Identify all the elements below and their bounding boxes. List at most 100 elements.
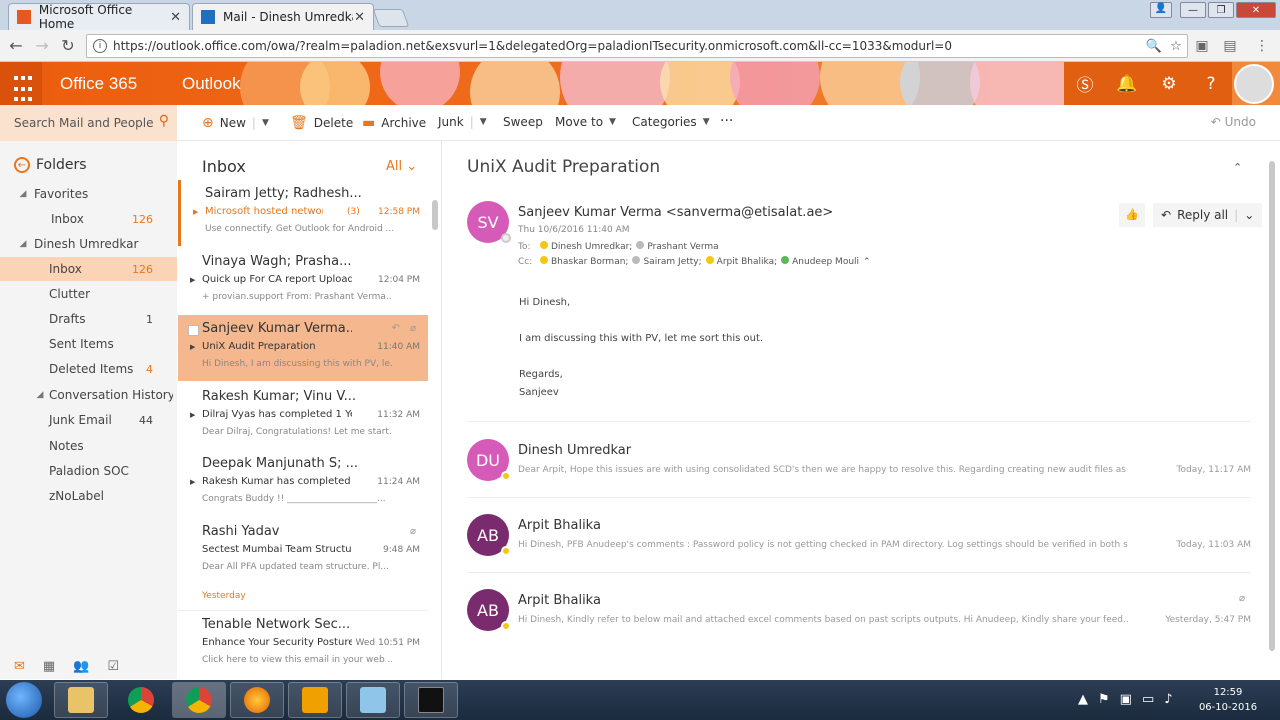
sidebar-item-znolabel[interactable]: zNoLabel [0, 484, 177, 508]
reload-icon[interactable]: ↻ [58, 36, 78, 55]
taskbar-chrome-active[interactable] [172, 682, 226, 718]
select-checkbox[interactable] [188, 325, 199, 336]
taskbar-firefox[interactable] [230, 682, 284, 718]
recipient[interactable]: Prashant Verma [636, 241, 719, 252]
filter-dropdown[interactable]: All ⌄ [386, 159, 417, 174]
scrollbar-thumb[interactable] [1269, 161, 1275, 651]
expand-thread-icon[interactable]: ▶ [190, 411, 195, 419]
skype-icon[interactable]: Ⓢ [1064, 62, 1106, 105]
search-icon[interactable]: ⚲ [159, 113, 169, 129]
sidebar-item-sent-items[interactable]: Sent Items [0, 332, 177, 356]
conversation-preview[interactable]: Dear Arpit, Hope this issues are with us… [518, 465, 1128, 475]
collapse-recipients-icon[interactable]: ⌃ [863, 257, 871, 267]
recipient[interactable]: Dinesh Umredkar; [540, 241, 632, 252]
calendar-icon[interactable]: ▦ [43, 659, 55, 674]
extension-icon[interactable]: ▣ [1194, 38, 1210, 54]
show-hidden-icon[interactable]: ▲ [1078, 692, 1088, 707]
conversation-preview[interactable]: Hi Dinesh, PFB Anudeep's comments : Pass… [518, 540, 1128, 550]
url-input[interactable]: i https://outlook.office.com/owa/?realm=… [86, 34, 1188, 58]
taskbar-chrome[interactable] [114, 682, 168, 718]
clock[interactable]: 12:59 06-10-2016 [1196, 685, 1260, 715]
start-button[interactable] [6, 682, 42, 718]
avatar[interactable]: SV [467, 201, 511, 243]
taskbar-app[interactable] [346, 682, 400, 718]
conversation-sender[interactable]: Arpit Bhalika [518, 593, 601, 608]
zoom-icon[interactable]: 🔍 [1143, 39, 1165, 54]
list-item[interactable]: Sairam Jetty; Radhesh... ▶ Microsoft hos… [178, 180, 428, 246]
reply-all-button[interactable]: ↶ Reply all | ⌄ [1153, 203, 1263, 227]
delete-button[interactable]: 🗑 Delete [290, 115, 353, 131]
chevron-down-icon[interactable]: ⌄ [1244, 208, 1254, 222]
list-item[interactable]: Deepak Manjunath S; ... ▶ Rakesh Kumar h… [178, 450, 428, 516]
recipient[interactable]: Sairam Jetty; [632, 256, 702, 267]
recipient[interactable]: Arpit Bhalika; [705, 256, 777, 267]
avatar[interactable] [1234, 64, 1274, 104]
list-item[interactable]: Rakesh Kumar; Vinu V... ▶ Dilraj Vyas ha… [178, 383, 428, 449]
sidebar-item-deleted-items[interactable]: Deleted Items 4 [0, 357, 177, 381]
extension-icon[interactable]: ▤ [1222, 38, 1238, 54]
profile-icon[interactable]: 👤 [1150, 2, 1172, 18]
taskbar-app[interactable] [288, 682, 342, 718]
reading-pane-scrollbar[interactable] [1269, 161, 1275, 671]
expand-thread-icon[interactable]: ▶ [193, 208, 198, 216]
tasks-icon[interactable]: ☑ [107, 659, 119, 674]
sidebar-item-clutter[interactable]: Clutter [0, 282, 177, 306]
expand-thread-icon[interactable]: ▶ [190, 343, 195, 351]
taskbar-explorer[interactable] [54, 682, 108, 718]
mail-icon[interactable]: ✉ [14, 659, 25, 674]
list-item[interactable]: Sanjeev Kumar Verma... ↶ ⌀ ▶ UniX Audit … [178, 315, 428, 381]
info-icon[interactable]: i [93, 39, 107, 53]
device-icon[interactable]: ▣ [1120, 692, 1132, 707]
conversation-sender[interactable]: Dinesh Umredkar [518, 443, 631, 458]
folders-header[interactable]: ← Folders [14, 157, 87, 173]
bell-icon[interactable]: 🔔 [1106, 62, 1148, 105]
list-item[interactable]: Tenable Network Sec... Enhance Your Secu… [178, 610, 428, 676]
tab-mail[interactable]: Mail - Dinesh Umredkar ✕ [192, 3, 374, 30]
avatar[interactable]: DU [467, 439, 511, 481]
volume-icon[interactable]: ♪ [1164, 692, 1172, 707]
move-to-button[interactable]: Move to ▼ [555, 115, 616, 129]
like-icon[interactable]: 👍 [1119, 203, 1145, 227]
sweep-button[interactable]: Sweep [503, 115, 543, 129]
undo-button[interactable]: ↶ Undo [1211, 115, 1256, 129]
avatar[interactable]: AB [467, 514, 511, 556]
people-icon[interactable]: 👥 [73, 659, 89, 674]
more-actions-button[interactable]: ··· [720, 113, 733, 129]
chevron-down-icon[interactable]: ▼ [262, 118, 269, 128]
network-icon[interactable]: ▭ [1142, 692, 1154, 707]
taskbar-cmd[interactable] [404, 682, 458, 718]
message-list-scrollbar[interactable] [432, 188, 438, 678]
brand-title[interactable]: Office 365 [60, 74, 137, 94]
tab-office-home[interactable]: Microsoft Office Home ✕ [8, 3, 190, 31]
close-tab-icon[interactable]: ✕ [170, 10, 181, 25]
menu-icon[interactable]: ⋮ [1254, 38, 1270, 54]
back-icon[interactable]: ← [6, 36, 26, 55]
recipient[interactable]: Anudeep Mouli [781, 256, 859, 267]
conversation-sender[interactable]: Arpit Bhalika [518, 518, 601, 533]
recipient[interactable]: Bhaskar Borman; [540, 256, 628, 267]
flag-icon[interactable]: ⚑ [1098, 692, 1110, 707]
conversation-preview[interactable]: Hi Dinesh, Kindly refer to below mail an… [518, 615, 1128, 625]
favorites-group[interactable]: ◢ Favorites [0, 182, 177, 206]
minimize-icon[interactable]: — [1180, 2, 1206, 18]
list-item[interactable]: Rashi Yadav ⌀ Sectest Mumbai Team Struct… [178, 518, 428, 584]
forward-icon[interactable]: → [32, 36, 52, 55]
expand-thread-icon[interactable]: ▶ [190, 276, 195, 284]
sender-name[interactable]: Sanjeev Kumar Verma <sanverma@etisalat.a… [518, 205, 833, 220]
sidebar-item-paladion-soc[interactable]: Paladion SOC [0, 459, 177, 483]
scrollbar-thumb[interactable] [432, 200, 438, 230]
search-input[interactable]: Search Mail and People ⚲ [0, 105, 177, 141]
list-item[interactable]: Vinaya Wagh; Prasha... ▶ Quick up For CA… [178, 248, 428, 314]
app-launcher-icon[interactable] [0, 62, 42, 105]
maximize-icon[interactable]: ❐ [1208, 2, 1234, 18]
archive-button[interactable]: ▬ Archive [362, 115, 426, 131]
account-group[interactable]: ◢ Dinesh Umredkar [0, 232, 177, 256]
close-window-icon[interactable]: ✕ [1236, 2, 1276, 18]
sidebar-item-junk-email[interactable]: Junk Email 44 [0, 408, 177, 432]
bookmark-star-icon[interactable]: ☆ [1165, 39, 1187, 54]
junk-button[interactable]: Junk | ▼ [438, 115, 487, 129]
collapse-all-icon[interactable]: ⌃ [1233, 161, 1242, 174]
categories-button[interactable]: Categories ▼ [632, 115, 710, 129]
close-tab-icon[interactable]: ✕ [354, 10, 365, 25]
expand-thread-icon[interactable]: ▶ [190, 478, 195, 486]
